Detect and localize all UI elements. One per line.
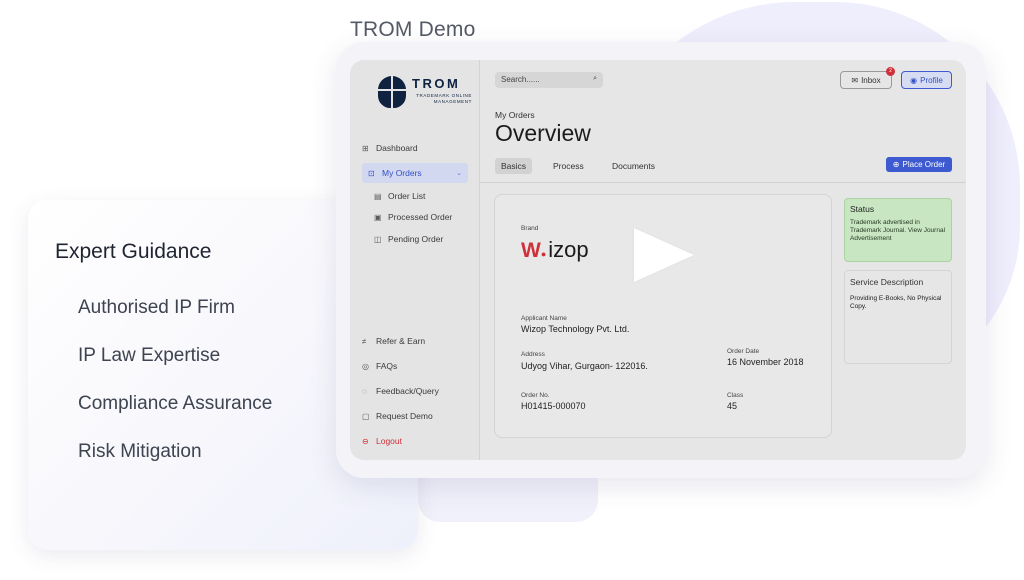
sidebar-item-processed-order[interactable]: ▣ Processed Order xyxy=(374,207,480,227)
address-value: Udyog Vihar, Gurgaon- 122016. xyxy=(521,361,648,371)
chevron-down-icon: ⌄ xyxy=(456,170,462,177)
sidebar-item-label: My Orders xyxy=(382,168,422,178)
sidebar-item-label: Refer & Earn xyxy=(376,336,426,346)
sidebar-item-refer-earn[interactable]: ≠ Refer & Earn xyxy=(362,331,468,351)
service-description-panel: Service Description Providing E-Books, N… xyxy=(844,270,952,364)
sidebar-item-label: FAQs xyxy=(376,361,398,371)
grid-icon: ⊞ xyxy=(362,143,369,153)
page-title: Overview xyxy=(495,120,591,146)
play-icon[interactable] xyxy=(634,228,694,282)
sidebar-item-label: Pending Order xyxy=(388,234,444,244)
guidance-heading: Expert Guidance xyxy=(55,240,212,263)
brand-label: Brand xyxy=(521,225,539,232)
divider xyxy=(480,182,966,183)
search-placeholder: Search...... xyxy=(501,75,540,84)
app-screen: TROM TRADEMARK ONLINE MANAGEMENT ⊞ Dashb… xyxy=(350,60,966,460)
logout-icon: ⊖ xyxy=(362,436,369,446)
share-icon: ≠ xyxy=(362,336,367,346)
user-icon: ◉ xyxy=(910,75,918,85)
brand-logo-mark: W xyxy=(521,239,541,262)
guidance-item: Risk Mitigation xyxy=(78,441,202,462)
inbox-label: Inbox xyxy=(861,75,881,85)
profile-label: Profile xyxy=(920,75,943,85)
sidebar-item-feedback[interactable]: ◌ Feedback/Query xyxy=(362,381,468,401)
profile-button[interactable]: ◉ Profile xyxy=(901,71,952,89)
search-input[interactable]: Search...... ⌕ xyxy=(495,72,603,88)
sidebar-item-pending-order[interactable]: ◫ Pending Order xyxy=(374,229,480,249)
inbox-button[interactable]: ✉ Inbox 2 xyxy=(840,67,895,89)
sidebar-item-dashboard[interactable]: ⊞ Dashboard xyxy=(362,138,468,158)
list-icon: ▤ xyxy=(374,191,382,201)
trom-logo[interactable]: TROM TRADEMARK ONLINE MANAGEMENT xyxy=(378,74,471,114)
applicant-value: Wizop Technology Pvt. Ltd. xyxy=(521,324,630,334)
processed-icon: ▣ xyxy=(374,212,382,222)
status-title: Status xyxy=(850,204,875,214)
class-value: 45 xyxy=(727,401,738,411)
brand-logo-dot: ● xyxy=(540,249,547,259)
applicant-label: Applicant Name xyxy=(521,315,567,322)
trom-logo-icon xyxy=(378,76,406,108)
guidance-item: Compliance Assurance xyxy=(78,393,273,414)
sidebar-item-label: Order List xyxy=(388,191,426,201)
sidebar-item-my-orders[interactable]: ⊡ My Orders ⌄ xyxy=(362,163,468,183)
tab-documents[interactable]: Documents xyxy=(606,158,661,174)
sidebar-item-faqs[interactable]: ◎ FAQs xyxy=(362,356,468,376)
class-label: Class xyxy=(727,392,744,399)
brand-logo: W ● izop xyxy=(521,237,589,263)
sidebar-item-label: Processed Order xyxy=(388,212,453,222)
guidance-item: IP Law Expertise xyxy=(78,345,221,366)
chat-icon: ◌ xyxy=(362,386,367,396)
guidance-item: Authorised IP Firm xyxy=(78,297,235,318)
order-no-value: H01415-000070 xyxy=(521,401,586,411)
sidebar-item-label: Feedback/Query xyxy=(376,386,439,396)
sidebar-item-order-list[interactable]: ▤ Order List xyxy=(374,186,480,206)
tab-process[interactable]: Process xyxy=(547,158,590,174)
device-frame: TROM TRADEMARK ONLINE MANAGEMENT ⊞ Dashb… xyxy=(336,42,986,478)
sidebar-item-logout[interactable]: ⊖ Logout xyxy=(362,431,468,451)
brand-name: izop xyxy=(548,237,589,262)
status-text[interactable]: Trademark advertised in Trademark Journa… xyxy=(850,219,946,243)
lock-icon: ▢ xyxy=(362,411,370,421)
service-text: Providing E-Books, No Physical Copy. xyxy=(850,295,942,310)
pending-icon: ◫ xyxy=(374,234,382,244)
help-icon: ◎ xyxy=(362,361,369,371)
sidebar: TROM TRADEMARK ONLINE MANAGEMENT ⊞ Dashb… xyxy=(350,60,480,460)
mail-icon: ✉ xyxy=(851,75,859,85)
guidance-list: Authorised IP Firm IP Law Expertise Comp… xyxy=(78,296,272,488)
logo-word: TROM xyxy=(412,76,461,91)
sidebar-item-label: Logout xyxy=(376,436,402,446)
place-order-button[interactable]: ⊕ Place Order xyxy=(886,157,952,172)
tab-basics[interactable]: Basics xyxy=(495,158,533,174)
service-title: Service Description xyxy=(850,277,924,287)
sidebar-item-label: Request Demo xyxy=(376,411,433,421)
logo-subtitle: TRADEMARK ONLINE MANAGEMENT xyxy=(416,93,472,104)
sidebar-item-request-demo[interactable]: ▢ Request Demo xyxy=(362,406,468,426)
order-no-label: Order No. xyxy=(521,392,550,399)
sidebar-item-label: Dashboard xyxy=(376,143,418,153)
search-icon[interactable]: ⌕ xyxy=(593,75,597,83)
address-label: Address xyxy=(521,351,545,358)
demo-title: TROM Demo xyxy=(350,18,476,41)
cart-icon: ⊡ xyxy=(368,168,375,178)
status-panel: Status Trademark advertised in Trademark… xyxy=(844,198,952,262)
place-order-label: Place Order xyxy=(902,160,946,169)
breadcrumb: My Orders xyxy=(495,110,535,120)
order-date-value: 16 November 2018 xyxy=(727,357,804,367)
plus-icon: ⊕ xyxy=(892,160,900,169)
order-date-label: Order Date xyxy=(727,348,760,355)
inbox-badge: 2 xyxy=(886,67,895,76)
